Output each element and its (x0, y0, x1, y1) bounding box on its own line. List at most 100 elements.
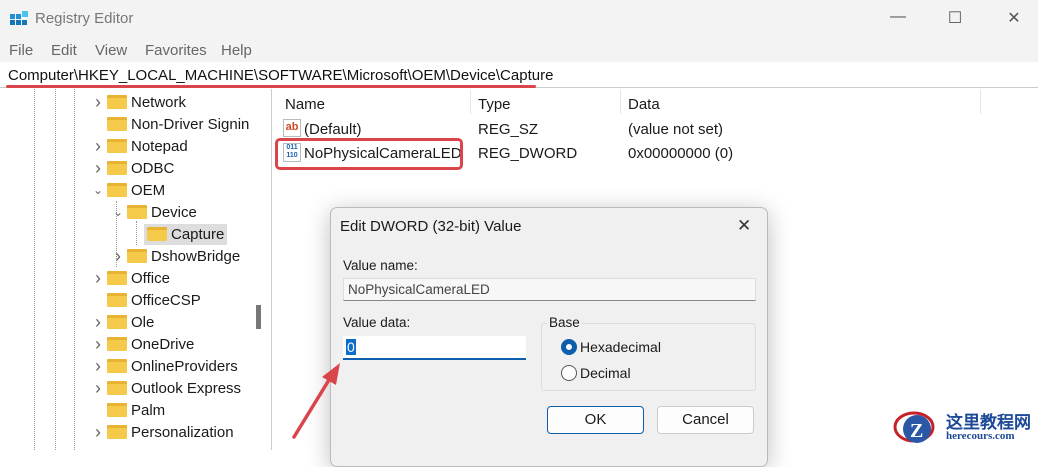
tree-scrollbar-thumb[interactable] (256, 305, 261, 329)
value-data-label: Value data: (343, 315, 411, 330)
menu-help[interactable]: Help (221, 42, 252, 59)
column-header-name[interactable]: Name (285, 96, 325, 113)
watermark-site: herecours.com (946, 430, 1015, 442)
tree-item-label: Capture (171, 225, 225, 243)
folder-icon (127, 205, 147, 219)
menu-edit[interactable]: Edit (51, 42, 77, 59)
annotation-arrow (292, 363, 340, 439)
tree-item-label: Notepad (131, 137, 188, 155)
annotation-box (275, 138, 463, 170)
column-header-type[interactable]: Type (478, 96, 511, 113)
folder-icon (107, 403, 127, 417)
tree-item[interactable]: › Network (92, 91, 186, 113)
tree-item-label: OfficeCSP (131, 291, 201, 309)
column-header-data[interactable]: Data (628, 96, 660, 113)
tree-item-label: Non-Driver Signin (131, 115, 250, 133)
tree-item[interactable]: ⌄ Device (112, 201, 197, 223)
maximize-button[interactable]: ☐ (943, 8, 967, 32)
folder-icon (107, 95, 127, 109)
hexadecimal-label[interactable]: Hexadecimal (580, 339, 661, 355)
folder-icon (107, 139, 127, 153)
tree-item-label: Office (131, 269, 170, 287)
tree-item[interactable]: › Notepad (92, 135, 188, 157)
chevron-right-icon[interactable]: › (92, 422, 104, 443)
value-data: (value not set) (628, 121, 724, 138)
tree-item-label: Network (131, 93, 187, 111)
tree-item[interactable]: ⌄ OEM (92, 179, 165, 201)
tree-item-label: OnlineProviders (131, 357, 238, 375)
title-bar (0, 0, 1038, 40)
tree-item-label: Palm (131, 401, 166, 419)
svg-text:Z: Z (910, 420, 923, 442)
decimal-label[interactable]: Decimal (580, 365, 631, 381)
dialog-title: Edit DWORD (32-bit) Value (340, 218, 522, 235)
chevron-right-icon[interactable]: › (92, 378, 104, 399)
tree-item[interactable]: › Outlook Express (92, 377, 241, 399)
chevron-right-icon[interactable]: › (92, 158, 104, 179)
minimize-button[interactable]: — (886, 8, 910, 32)
string-value-icon: ab (283, 119, 301, 137)
cancel-button[interactable]: Cancel (657, 406, 754, 434)
dialog-close-button[interactable]: ✕ (737, 216, 751, 236)
window-title: Registry Editor (35, 10, 134, 27)
value-data-text: 0 (346, 339, 356, 355)
tree-item-label: DshowBridge (151, 247, 241, 265)
base-label: Base (547, 315, 582, 330)
folder-icon (107, 183, 127, 197)
tree-item-label: Device (151, 203, 197, 221)
chevron-down-icon[interactable]: ⌄ (112, 205, 124, 219)
folder-icon (107, 315, 127, 329)
chevron-right-icon[interactable]: › (92, 136, 104, 157)
tree-item[interactable]: › OnlineProviders (92, 355, 238, 377)
folder-icon (107, 117, 127, 131)
chevron-down-icon[interactable]: ⌄ (92, 183, 104, 197)
value-data: 0x00000000 (0) (628, 145, 734, 162)
tree-item[interactable]: › Ole (92, 311, 154, 333)
address-path[interactable]: Computer\HKEY_LOCAL_MACHINE\SOFTWARE\Mic… (8, 67, 553, 84)
base-group (541, 323, 756, 391)
chevron-right-icon[interactable]: › (112, 246, 124, 267)
chevron-right-icon[interactable]: › (92, 312, 104, 333)
value-type: REG_DWORD (478, 145, 578, 162)
tree-item[interactable]: OfficeCSP (92, 289, 201, 311)
registry-editor-icon (10, 11, 28, 29)
tree-item[interactable]: › ODBC (92, 157, 174, 179)
chevron-right-icon[interactable]: › (92, 92, 104, 113)
tree-item-label: OneDrive (131, 335, 195, 353)
value-name-field: NoPhysicalCameraLED (343, 278, 756, 301)
chevron-right-icon[interactable]: › (92, 356, 104, 377)
menu-file[interactable]: File (9, 42, 33, 59)
chevron-right-icon[interactable]: › (92, 268, 104, 289)
folder-icon (107, 425, 127, 439)
hexadecimal-radio[interactable] (561, 339, 577, 355)
chevron-right-icon[interactable]: › (92, 334, 104, 355)
value-data-input[interactable]: 0 (343, 336, 526, 360)
tree-item[interactable]: Capture (128, 223, 228, 245)
tree-item-label: Outlook Express (131, 379, 242, 397)
value-name[interactable]: (Default) (304, 121, 362, 138)
tree-item[interactable]: › OneDrive (92, 333, 194, 355)
close-button[interactable]: ✕ (1002, 8, 1026, 32)
folder-icon (107, 381, 127, 395)
tree-item-label: Personalization (131, 423, 234, 441)
value-name-label: Value name: (343, 258, 418, 273)
tree-item[interactable]: › Office (92, 267, 170, 289)
folder-icon (127, 249, 147, 263)
folder-icon (107, 359, 127, 373)
menu-favorites[interactable]: Favorites (145, 42, 207, 59)
value-type: REG_SZ (478, 121, 539, 138)
folder-icon (107, 337, 127, 351)
folder-icon (107, 161, 127, 175)
edit-dword-dialog: Edit DWORD (32-bit) Value ✕ Value name: … (330, 207, 768, 467)
menu-view[interactable]: View (95, 42, 127, 59)
tree-item[interactable]: Non-Driver Signin (92, 113, 249, 135)
tree-item[interactable]: › DshowBridge (112, 245, 240, 267)
tree-item-label: Ole (131, 313, 155, 331)
watermark-logo-icon: Z (893, 405, 935, 447)
ok-button[interactable]: OK (547, 406, 644, 434)
tree-item[interactable]: Palm (92, 399, 165, 421)
annotation-underline (6, 85, 536, 88)
folder-icon (107, 293, 127, 307)
decimal-radio[interactable] (561, 365, 577, 381)
tree-item[interactable]: › Personalization (92, 421, 234, 443)
